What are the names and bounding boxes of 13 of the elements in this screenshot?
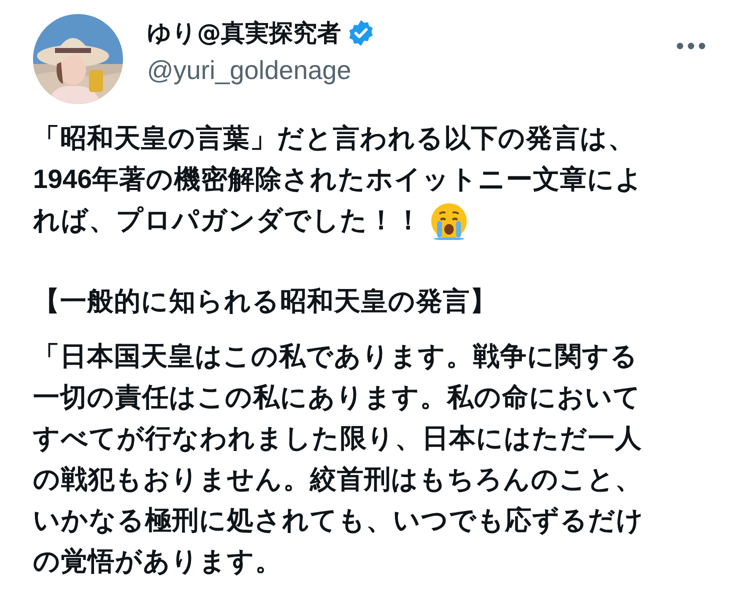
tweet-text: すべてが行なわれました限り、日本にはただ一人 (33, 422, 642, 455)
tweet-text: 「昭和天皇の言葉」だと言われる以下の発言は、 (33, 122, 635, 155)
tweet-text: の覚悟があります。 (33, 545, 282, 578)
tweet-text: 1946年著の機密解除されたホイットニー文章によ (33, 163, 643, 196)
more-options-icon[interactable] (676, 42, 706, 50)
user-handle[interactable]: @yuri_goldenage (147, 55, 676, 86)
tweet-text: の戦犯もおりません。絞首刑はもちろんのこと、 (33, 463, 642, 496)
tweet-text: 「日本国天皇はこの私であります。戦争に関する (33, 340, 638, 373)
tweet-text: 【一般的に知られる昭和天皇の発言】 (33, 285, 497, 318)
tweet-text: いかなる極刑に処されても、いつでも応ずるだけ (33, 504, 644, 537)
tweet-text: れば、プロパガンダでした！！ (33, 204, 422, 237)
tweet-text: 一切の責任はこの私にあります。私の命において (33, 381, 641, 414)
display-name: ゆり@真実探究者 (147, 18, 341, 49)
